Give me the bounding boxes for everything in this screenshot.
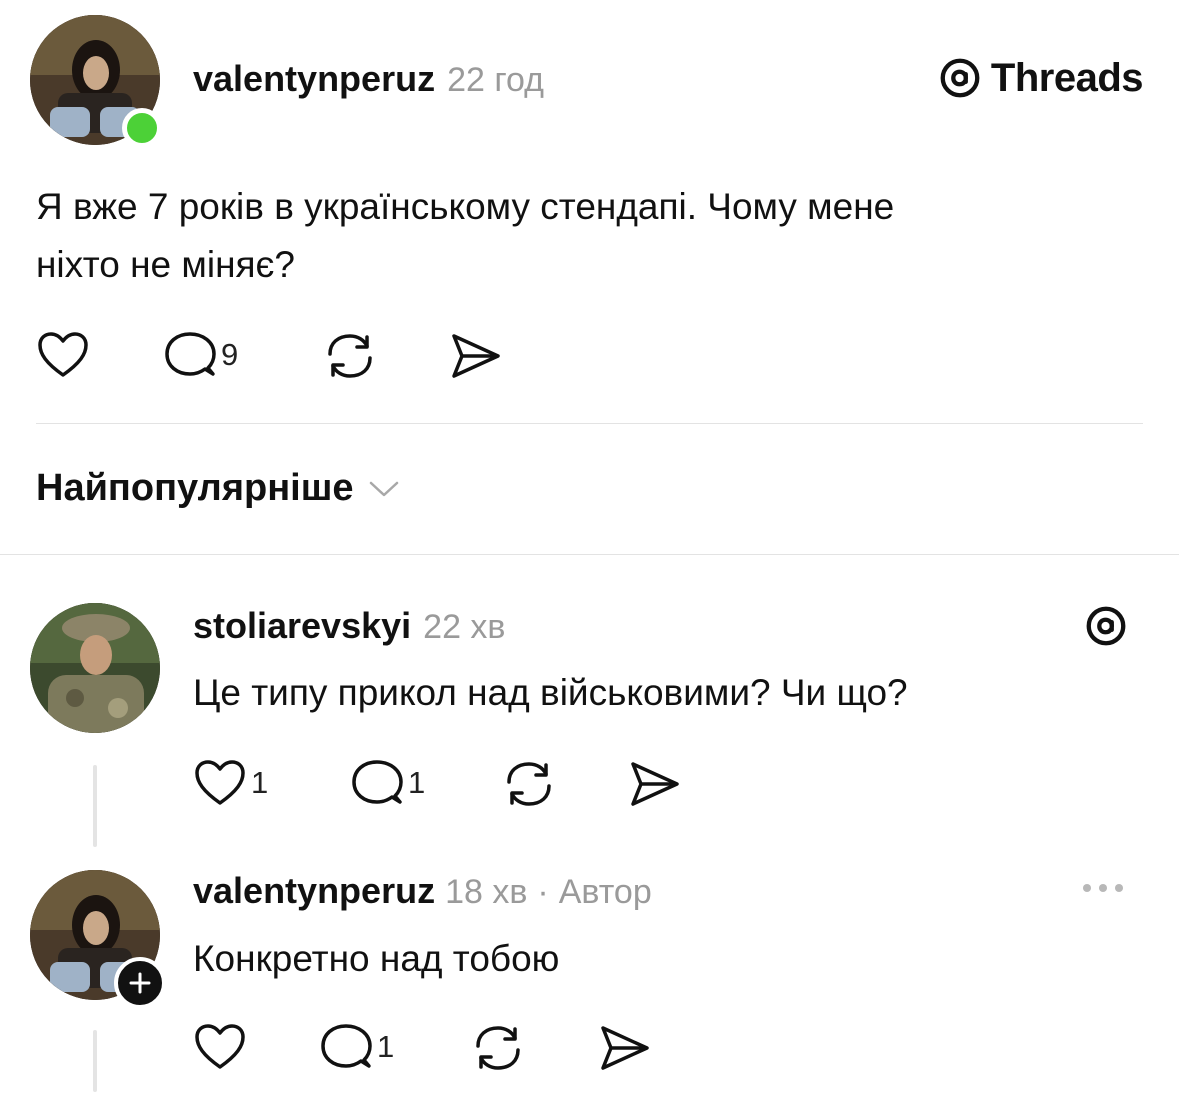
follow-button[interactable] [114,957,166,1009]
reply-button[interactable]: 1 [350,758,425,808]
avatar[interactable] [30,603,160,733]
send-icon [452,334,500,378]
post-text: Я вже 7 років в українському стендапі. Ч… [36,178,1146,294]
share-button[interactable] [597,1022,653,1074]
comment-icon [165,332,216,376]
reply-text: Конкретно над тобою [193,938,560,979]
thread-line [93,765,97,847]
reply-text: Це типу прикол над військовими? Чи що? [193,672,908,713]
repost-button[interactable] [501,758,557,810]
sort-selector[interactable]: Найпопулярніше [36,467,400,510]
reply-time: 18 хв [445,873,528,911]
post-time: 22 год [447,61,544,99]
meta-separator: · [537,873,549,911]
more-dots-icon [1083,884,1123,892]
divider [0,554,1179,555]
reply-count: 1 [377,1029,395,1064]
thread-line [93,1030,97,1092]
like-count: 1 [251,765,269,800]
comment-icon [352,760,403,804]
sort-label: Найпопулярніше [36,467,354,509]
repost-button[interactable] [322,330,378,382]
author-label: Автор [558,873,652,911]
threads-logo-icon [940,58,980,98]
reply-username[interactable]: valentynperuz [193,870,435,912]
reply-count: 1 [408,765,426,800]
post-username[interactable]: valentynperuz [193,58,435,100]
comment-icon [321,1024,372,1068]
share-button[interactable] [448,330,504,382]
reply-button[interactable]: 1 [319,1022,394,1072]
divider [36,423,1143,424]
threads-brand[interactable]: Threads [937,55,1144,101]
online-status-dot [122,108,162,148]
post-text-line-2: ніхто не міняє? [36,244,295,285]
repost-icon [328,334,372,378]
heart-icon [195,1024,245,1069]
like-button[interactable]: 1 [193,758,268,808]
post-text-line-1: Я вже 7 років в українському стендапі. Ч… [36,186,895,227]
share-button[interactable] [627,758,683,810]
reply-time: 22 хв [423,608,506,646]
avatar-photo-icon [30,603,160,733]
reply-button[interactable]: 9 [163,330,238,380]
more-button[interactable] [1083,884,1123,892]
threads-logo-icon [1086,606,1126,646]
send-icon [631,762,679,806]
like-button[interactable] [36,330,90,380]
like-button[interactable] [193,1022,251,1072]
heart-icon [38,332,88,377]
repost-icon [507,762,551,806]
repost-icon [476,1026,520,1070]
repost-button[interactable] [470,1022,526,1074]
heart-icon [195,760,245,805]
threads-brand-label: Threads [990,55,1144,100]
reply-username[interactable]: stoliarevskyi [193,605,411,647]
chevron-down-icon [369,481,398,496]
plus-icon [129,972,151,994]
send-icon [601,1026,649,1070]
reply-count: 9 [221,337,239,372]
